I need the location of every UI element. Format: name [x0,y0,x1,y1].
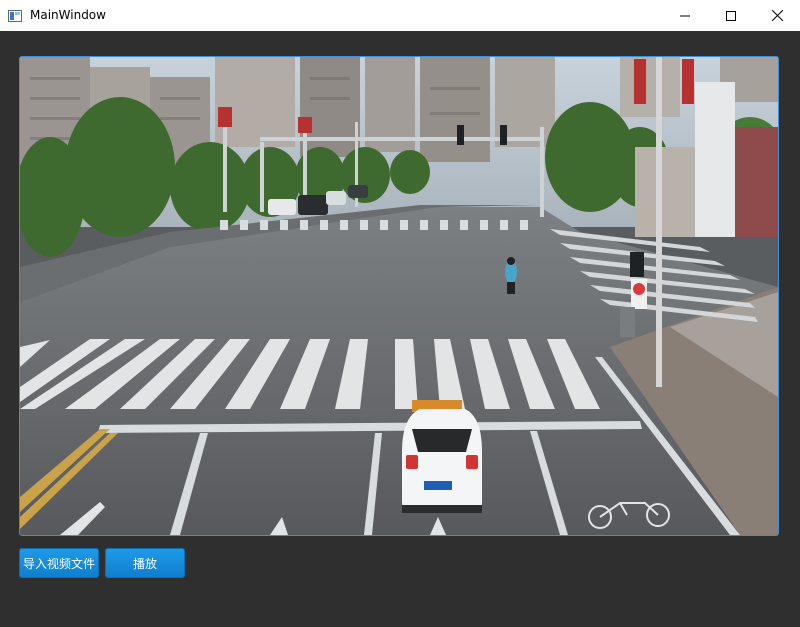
close-icon [771,6,783,25]
title-bar[interactable]: MainWindow [0,0,800,31]
close-button[interactable] [754,0,800,31]
import-video-button[interactable]: 导入视频文件 [19,548,99,578]
video-display[interactable] [19,56,779,536]
minimize-button[interactable] [662,0,708,31]
maximize-icon [726,6,736,25]
minimize-icon [680,6,690,25]
play-button[interactable]: 播放 [105,548,185,578]
window-title: MainWindow [30,8,106,22]
video-frame-image [20,57,778,535]
maximize-button[interactable] [708,0,754,31]
app-icon [8,8,22,22]
